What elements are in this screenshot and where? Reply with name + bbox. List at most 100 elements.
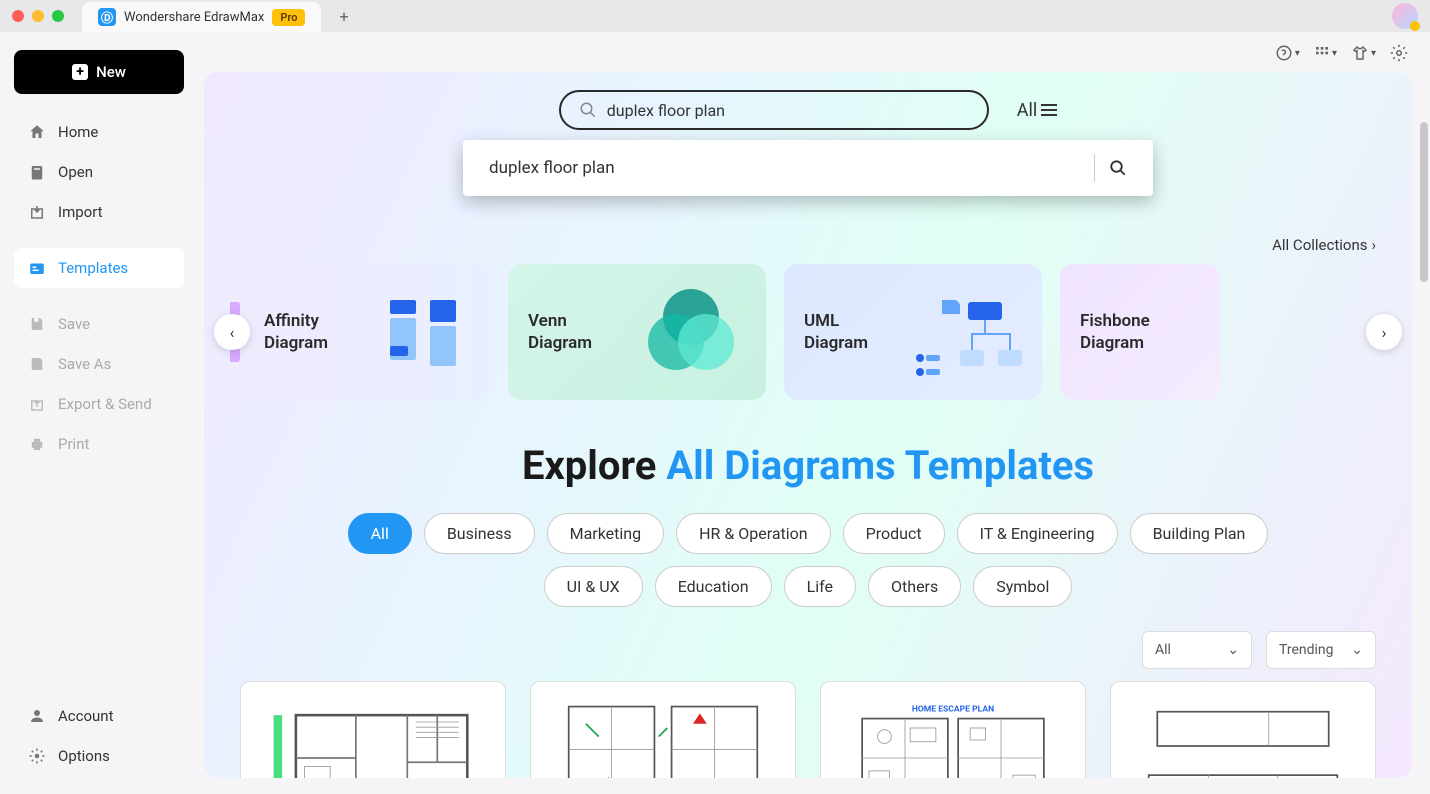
new-button[interactable]: + New	[14, 50, 184, 94]
sidebar-item-account[interactable]: Account	[14, 696, 184, 736]
explore-highlight: All Diagrams Templates	[666, 442, 1094, 489]
templates-panel: All All Collections › ‹ ›	[204, 72, 1412, 778]
print-icon	[28, 435, 46, 453]
sidebar-item-export: Export & Send	[14, 384, 184, 424]
chip-product[interactable]: Product	[843, 513, 945, 554]
search-dropdown-input[interactable]	[489, 158, 1080, 178]
home-icon	[28, 123, 46, 141]
gear-icon	[28, 747, 46, 765]
scrollbar[interactable]	[1420, 122, 1428, 282]
template-card[interactable]	[530, 681, 796, 778]
collection-carousel: ‹ › Affinity D	[230, 264, 1386, 400]
account-icon	[28, 707, 46, 725]
save-icon	[28, 315, 46, 333]
collections-label: All Collections	[1272, 236, 1367, 254]
menu-icon	[1041, 104, 1057, 116]
sidebar-item-label: Save	[58, 315, 90, 333]
sidebar-item-label: Templates	[58, 259, 128, 277]
sidebar-item-label: Import	[58, 203, 103, 221]
card-venn-diagram[interactable]: Venn Diagram	[508, 264, 766, 400]
card-affinity-diagram[interactable]: Affinity Diagram	[230, 264, 490, 400]
sidebar-item-open[interactable]: Open	[14, 152, 184, 192]
all-label: All	[1017, 100, 1038, 121]
user-avatar[interactable]	[1392, 3, 1418, 29]
sort-label: Trending	[1279, 642, 1334, 658]
shirt-icon[interactable]: ▾	[1351, 44, 1376, 62]
settings-icon[interactable]	[1390, 44, 1408, 62]
apps-icon[interactable]: ▾	[1314, 44, 1337, 62]
carousel-prev[interactable]: ‹	[214, 314, 250, 350]
card-label: Venn Diagram	[528, 310, 622, 354]
search-dropdown[interactable]	[463, 140, 1153, 196]
sidebar-item-save-as: Save As	[14, 344, 184, 384]
chip-education[interactable]: Education	[655, 566, 772, 607]
template-card[interactable]	[240, 681, 506, 778]
export-icon	[28, 395, 46, 413]
template-title: HOME ESCAPE PLAN	[912, 705, 994, 715]
carousel-next[interactable]: ›	[1366, 314, 1402, 350]
window-close[interactable]	[12, 10, 24, 22]
search-submit-icon[interactable]	[1109, 159, 1127, 177]
chip-all[interactable]: All	[348, 513, 412, 554]
search-input[interactable]	[607, 101, 969, 120]
sidebar-item-home[interactable]: Home	[14, 112, 184, 152]
new-tab-button[interactable]: +	[339, 7, 348, 26]
sidebar-item-label: Options	[58, 747, 110, 765]
search-icon	[579, 101, 597, 119]
window-minimize[interactable]	[32, 10, 44, 22]
sidebar-item-import[interactable]: Import	[14, 192, 184, 232]
sidebar-item-templates[interactable]: Templates	[14, 248, 184, 288]
chip-ui-ux[interactable]: UI & UX	[544, 566, 643, 607]
toolbar: ▾ ▾ ▾	[204, 38, 1412, 72]
titlebar: Ⓓ Wondershare EdrawMax Pro +	[0, 0, 1430, 32]
sidebar-item-label: Save As	[58, 355, 111, 373]
template-card[interactable]: HOME ESCAPE PLAN	[820, 681, 1086, 778]
sidebar-item-options[interactable]: Options	[14, 736, 184, 776]
category-chips: All Business Marketing HR & Operation Pr…	[328, 513, 1288, 607]
help-icon[interactable]: ▾	[1275, 44, 1300, 62]
card-uml-diagram[interactable]: UML Diagram	[784, 264, 1042, 400]
chip-building-plan[interactable]: Building Plan	[1130, 513, 1269, 554]
template-card[interactable]	[1110, 681, 1376, 778]
new-button-label: New	[96, 63, 126, 81]
sidebar-item-label: Account	[58, 707, 114, 725]
import-icon	[28, 203, 46, 221]
kanban-icon	[380, 282, 470, 382]
floorplan-thumbnail	[541, 698, 785, 778]
search-pill[interactable]	[559, 90, 989, 130]
floorplan-thumbnail	[251, 698, 495, 778]
all-filter-toggle[interactable]: All	[1017, 100, 1058, 121]
card-fishbone-diagram[interactable]: Fishbone Diagram	[1060, 264, 1220, 400]
sort-dropdown[interactable]: Trending ⌄	[1266, 631, 1376, 669]
chip-hr-operation[interactable]: HR & Operation	[676, 513, 831, 554]
app-logo-icon: Ⓓ	[98, 8, 116, 26]
app-tab[interactable]: Ⓓ Wondershare EdrawMax Pro	[82, 2, 321, 32]
sidebar-item-label: Open	[58, 163, 93, 181]
filter-dropdown[interactable]: All ⌄	[1142, 631, 1252, 669]
sidebar-item-save: Save	[14, 304, 184, 344]
chip-symbol[interactable]: Symbol	[973, 566, 1072, 607]
open-icon	[28, 163, 46, 181]
floorplan-thumbnail: HOME ESCAPE PLAN	[831, 698, 1075, 778]
chevron-right-icon: ›	[1371, 236, 1376, 254]
uml-icon	[912, 282, 1022, 382]
floorplan-thumbnail	[1121, 698, 1365, 778]
chip-business[interactable]: Business	[424, 513, 535, 554]
plus-icon: +	[72, 64, 88, 80]
chip-it-engineering[interactable]: IT & Engineering	[957, 513, 1118, 554]
chevron-down-icon: ⌄	[1351, 642, 1363, 658]
explore-prefix: Explore	[522, 442, 666, 489]
divider	[1094, 154, 1095, 182]
chip-marketing[interactable]: Marketing	[547, 513, 664, 554]
venn-icon	[636, 282, 746, 382]
templates-icon	[28, 259, 46, 277]
chip-life[interactable]: Life	[784, 566, 856, 607]
chip-others[interactable]: Others	[868, 566, 961, 607]
sidebar-item-label: Export & Send	[58, 395, 152, 413]
main-content: ▾ ▾ ▾ All	[198, 32, 1430, 794]
window-maximize[interactable]	[52, 10, 64, 22]
sidebar-item-label: Print	[58, 435, 89, 453]
all-collections-link[interactable]: All Collections ›	[240, 236, 1376, 254]
explore-heading: Explore All Diagrams Templates	[230, 442, 1386, 489]
app-title: Wondershare EdrawMax	[124, 10, 264, 25]
